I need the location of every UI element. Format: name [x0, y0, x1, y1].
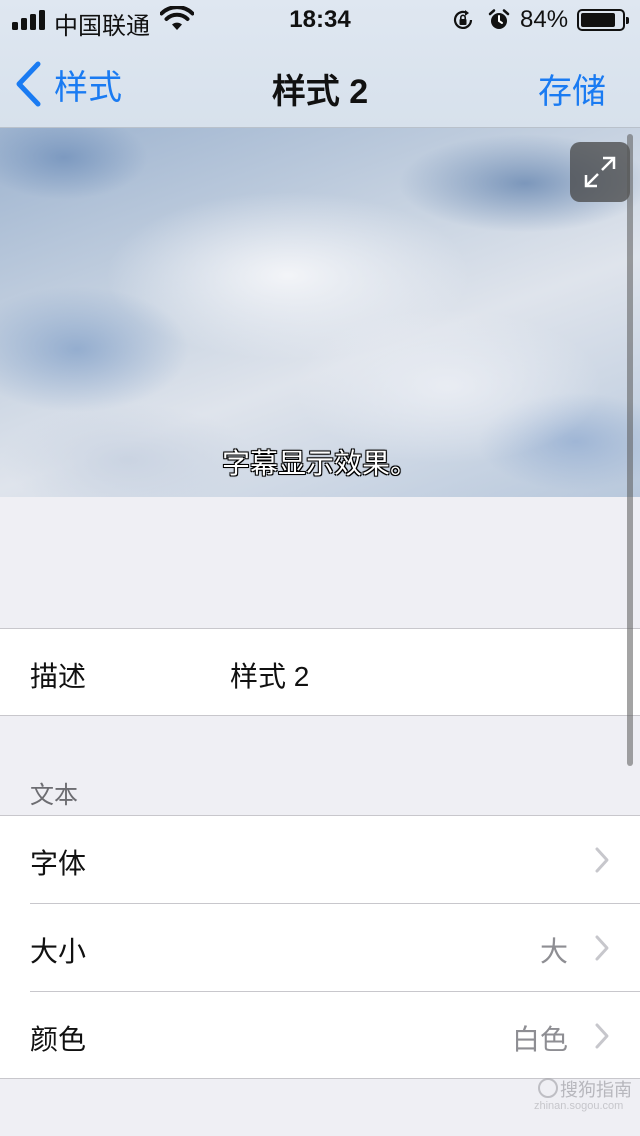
chevron-right-icon [595, 935, 609, 961]
chevron-right-icon [595, 847, 609, 873]
orientation-lock-icon [453, 10, 473, 29]
subtitle-sample-text: 字幕显示效果。 [221, 448, 418, 479]
text-section-header: 文本 [30, 782, 78, 809]
color-row[interactable]: 颜色 白色 [0, 992, 640, 1080]
battery-percent: 84% [520, 6, 569, 33]
description-group: 描述 样式 2 [0, 628, 640, 716]
description-value[interactable]: 样式 2 [230, 655, 309, 695]
color-label: 颜色 [30, 1024, 87, 1055]
description-label: 描述 [30, 661, 87, 692]
subtitle-preview: 字幕显示效果。 [0, 128, 640, 497]
expand-button[interactable] [570, 142, 630, 202]
chevron-right-icon [595, 1023, 609, 1049]
description-row[interactable]: 描述 样式 2 [0, 629, 640, 717]
size-value: 大 [539, 936, 568, 967]
navigation-bar: 样式 样式 2 存储 [0, 40, 640, 128]
screen: 中国联通 18:34 84% 样式 样式 2 存储 字幕显示效果。 描述 样式 … [0, 0, 640, 1136]
watermark-text: 搜狗指南 [560, 1080, 632, 1100]
save-button[interactable]: 存储 [538, 64, 606, 113]
font-label: 字体 [30, 848, 87, 879]
watermark-url: zhinan.sogou.com [534, 1100, 624, 1112]
expand-icon [584, 156, 616, 188]
size-row[interactable]: 大小 大 [0, 904, 640, 992]
size-label: 大小 [30, 936, 87, 967]
font-row[interactable]: 字体 [0, 816, 640, 904]
status-bar: 中国联通 18:34 84% [0, 0, 640, 40]
text-settings-group: 字体 大小 大 颜色 白色 [0, 815, 640, 1079]
color-value: 白色 [511, 1024, 568, 1055]
alarm-icon [488, 9, 510, 29]
scroll-indicator[interactable] [627, 134, 633, 766]
battery-icon [577, 9, 629, 31]
top-bar: 中国联通 18:34 84% 样式 样式 2 存储 [0, 0, 640, 128]
